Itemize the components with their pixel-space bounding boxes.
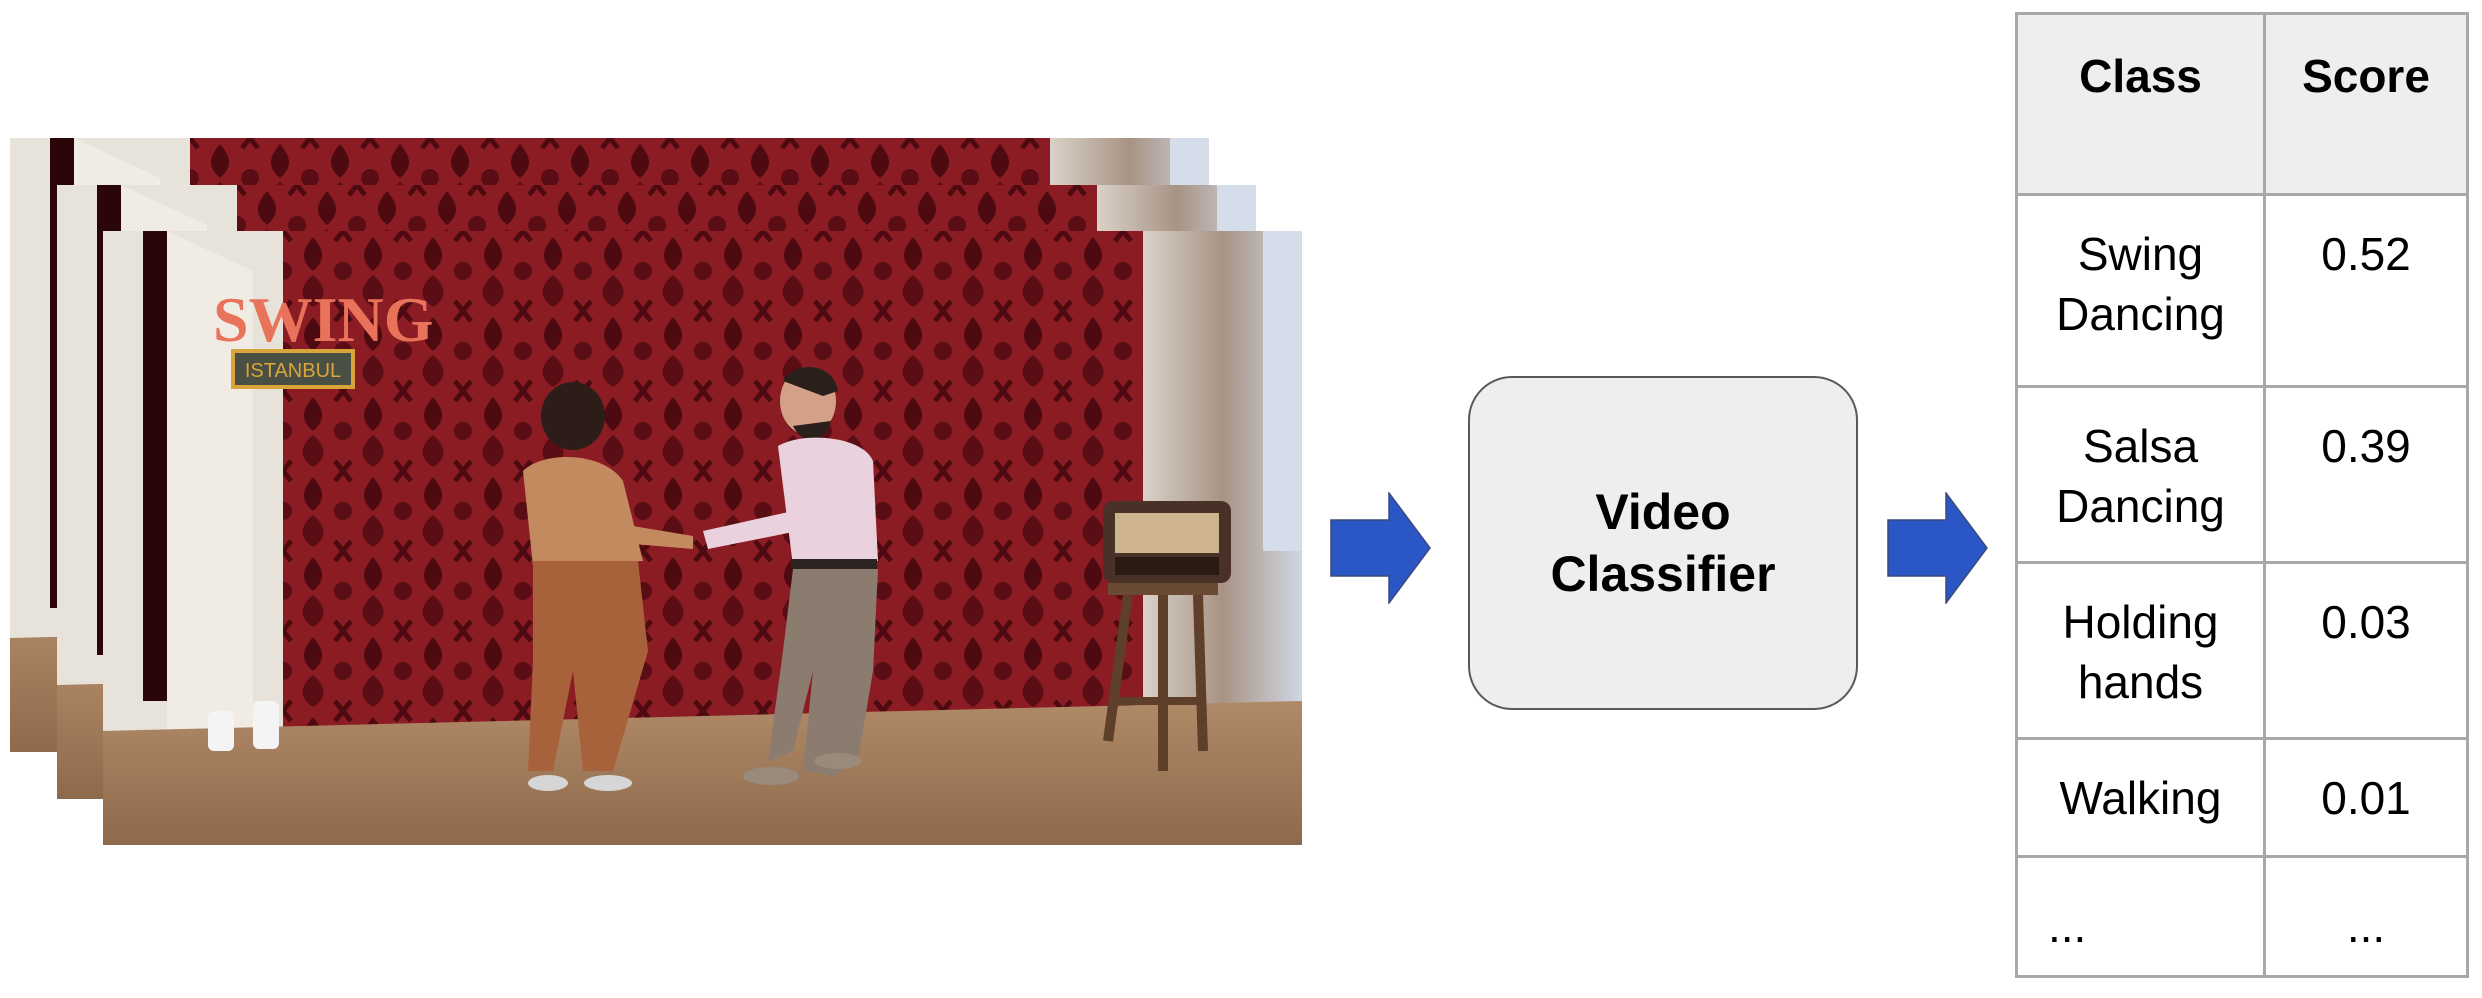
class-cell: ... (2015, 855, 2266, 978)
input-arrow-icon (1330, 492, 1432, 604)
classification-results-table: Class Score Swing Dancing 0.52 Salsa Dan… (2015, 12, 2469, 978)
video-frame-image: SWING ISTANBUL (103, 231, 1302, 845)
class-name-line2: hands (2077, 656, 2204, 708)
table-row: Holding hands 0.03 (2015, 561, 2469, 740)
class-name-line1: Salsa (2082, 420, 2199, 472)
table-row: Walking 0.01 (2015, 737, 2469, 858)
score-cell: 0.03 (2263, 561, 2469, 740)
video-classifier-box: Video Classifier (1468, 376, 1858, 710)
class-cell: Salsa Dancing (2015, 385, 2266, 564)
score-cell: ... (2263, 855, 2469, 978)
arrow-right-icon (1330, 492, 1431, 604)
output-arrow-icon (1887, 492, 1989, 604)
table-header-row: Class Score (2015, 12, 2469, 196)
class-cell: Walking (2015, 737, 2266, 858)
classifier-label: Video Classifier (1503, 481, 1823, 605)
video-frame-3: SWING ISTANBUL (103, 231, 1302, 845)
score-cell: 0.01 (2263, 737, 2469, 858)
class-name-line2: Dancing (2056, 480, 2225, 532)
class-name-line2: Dancing (2056, 288, 2225, 340)
header-class: Class (2015, 12, 2266, 196)
class-name-line1: Walking (2059, 772, 2222, 824)
table-row: Swing Dancing 0.52 (2015, 193, 2469, 388)
score-cell: 0.52 (2263, 193, 2469, 388)
header-score: Score (2263, 12, 2469, 196)
score-cell: 0.39 (2263, 385, 2469, 564)
class-cell: Holding hands (2015, 561, 2266, 740)
classifier-label-line1: Video (1595, 484, 1731, 540)
table-row-ellipsis: ... ... (2015, 855, 2469, 978)
table-row: Salsa Dancing 0.39 (2015, 385, 2469, 564)
class-cell: Swing Dancing (2015, 193, 2266, 388)
class-name-line1: Holding (2062, 596, 2219, 648)
class-name-line1: Swing (2077, 228, 2204, 280)
arrow-right-icon (1887, 492, 1988, 604)
classifier-label-line2: Classifier (1550, 546, 1776, 602)
